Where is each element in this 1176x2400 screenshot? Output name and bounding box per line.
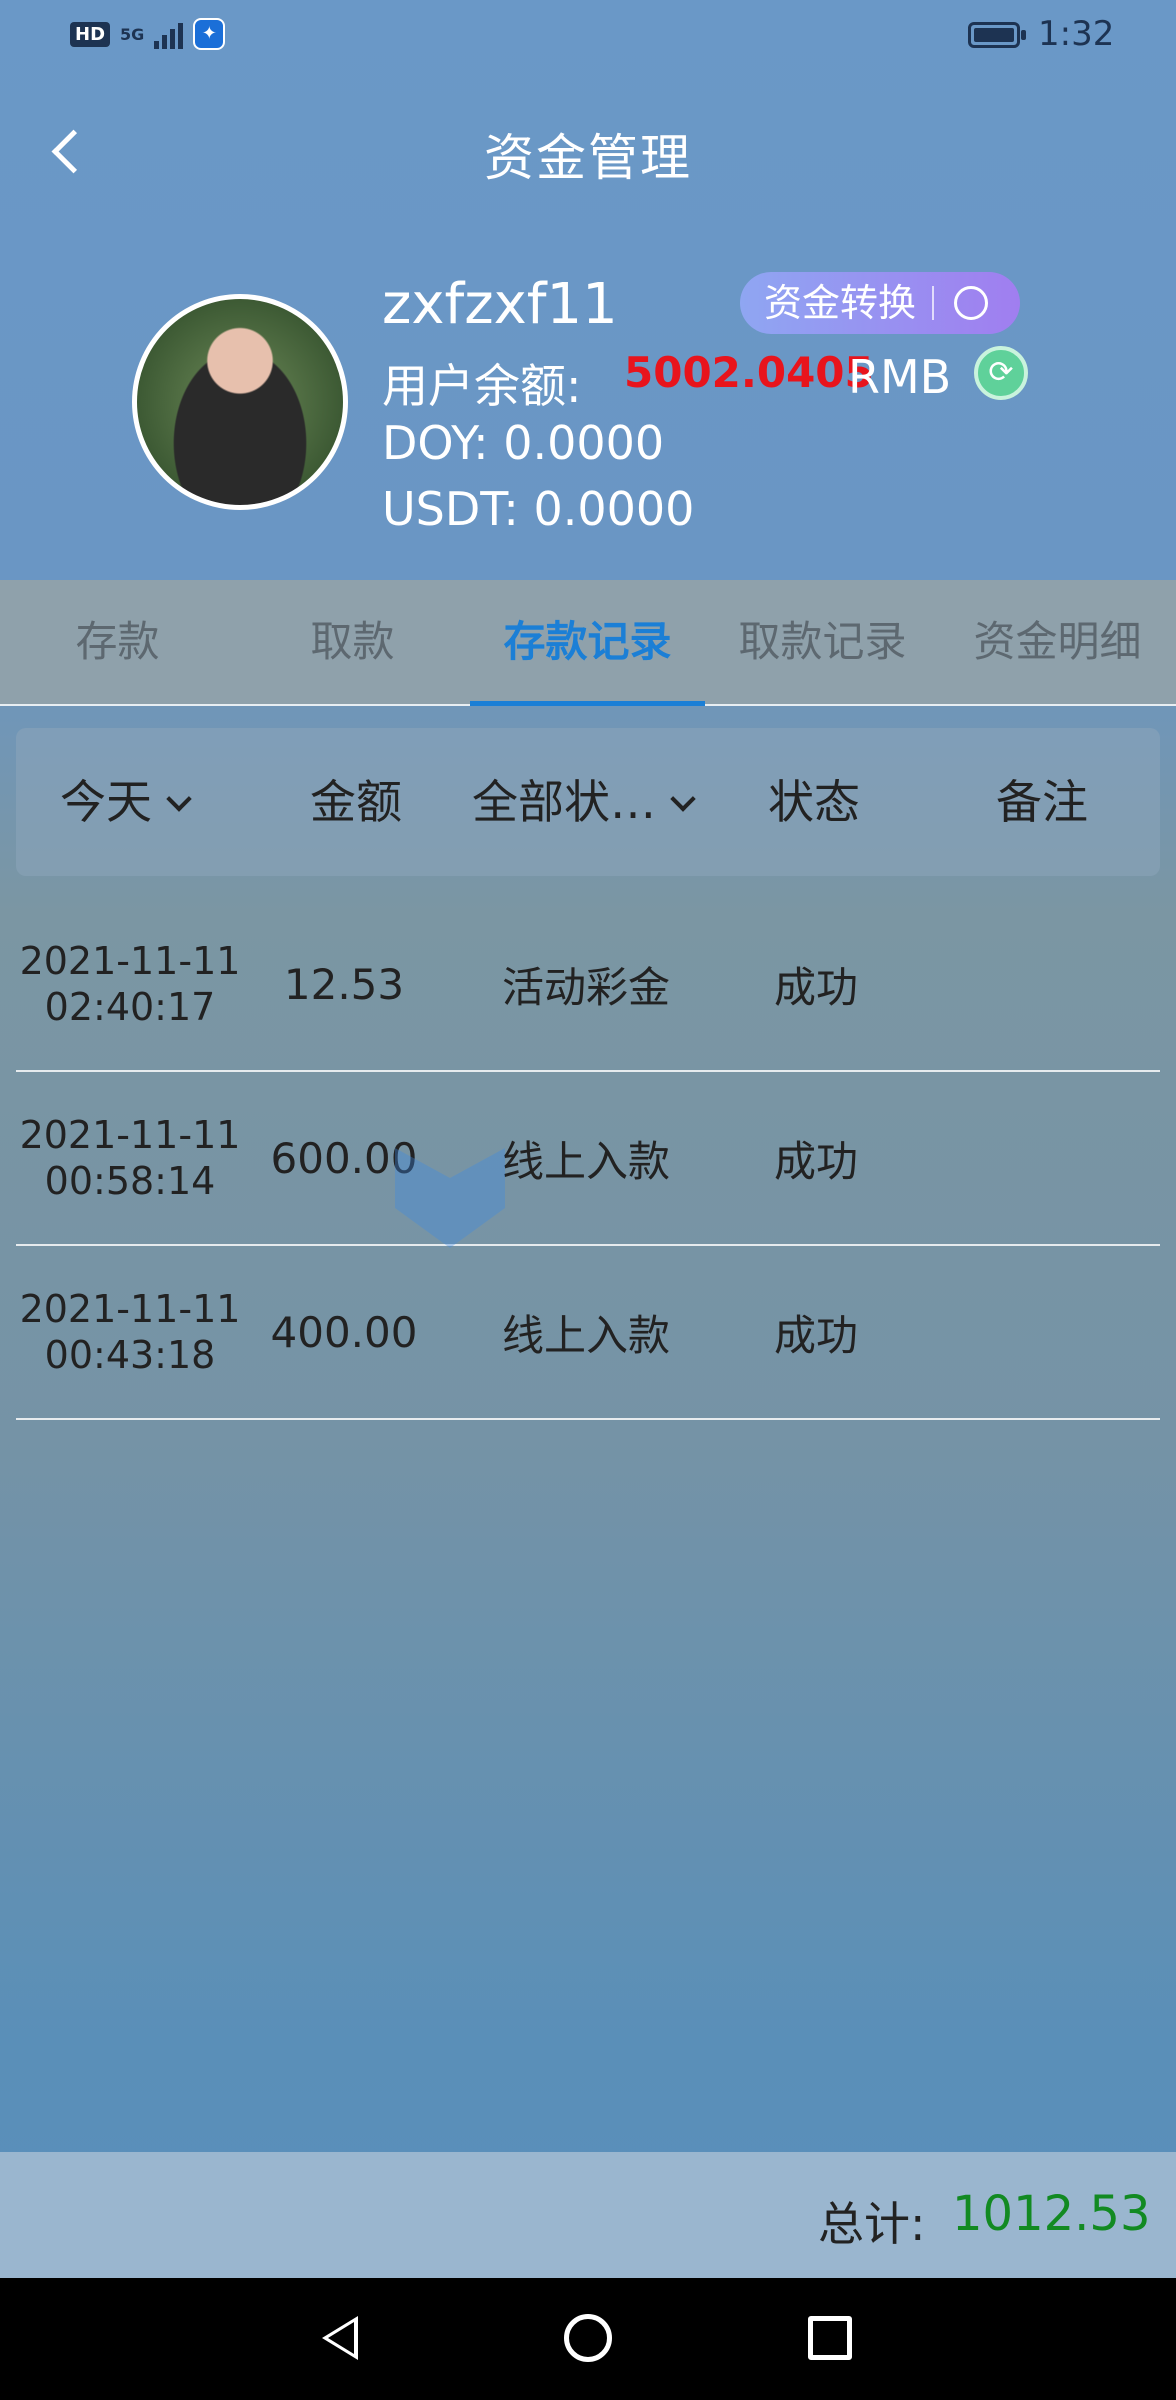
- balance-unit: RMB: [848, 350, 952, 404]
- status-header: 状态: [768, 775, 860, 829]
- tab-bar: 存款 取款 存款记录 取款记录 资金明细: [0, 580, 1176, 706]
- record-datetime: 2021-11-11 00:43:18: [16, 1246, 244, 1418]
- refresh-icon[interactable]: ⟳: [974, 346, 1028, 400]
- date-filter-label: 今天: [60, 775, 152, 829]
- fund-transfer-label: 资金转换: [764, 281, 917, 325]
- record-status: 成功: [773, 962, 858, 1012]
- record-status: 成功: [773, 1310, 858, 1360]
- amount-header: 金额: [310, 775, 402, 829]
- page-title: 资金管理: [484, 129, 692, 187]
- divider: [932, 286, 934, 320]
- record-type: 线上入款: [501, 1310, 670, 1360]
- total-label: 总计:: [818, 2197, 926, 2251]
- tab-deposit[interactable]: 存款: [0, 580, 235, 704]
- chevron-down-icon: [670, 786, 696, 812]
- chevron-down-icon: [166, 786, 192, 812]
- nav-back-icon[interactable]: [322, 2316, 358, 2360]
- fund-transfer-button[interactable]: 资金转换: [740, 272, 1020, 334]
- nav-recents-icon[interactable]: [808, 2316, 852, 2360]
- total-value: 1012.53: [952, 2186, 1151, 2242]
- system-nav-bar: [0, 2278, 1176, 2400]
- total-bar: 总计: 1012.53: [0, 2152, 1176, 2278]
- status-icons: HD 5G ✦: [70, 18, 226, 50]
- tab-deposit-records[interactable]: 存款记录: [470, 580, 705, 706]
- tab-fund-details[interactable]: 资金明细: [940, 580, 1175, 704]
- record-date: 2021-11-11: [19, 939, 241, 983]
- transfer-icon: [954, 286, 988, 320]
- filter-header: 今天 金额 全部状… 状态 备注: [16, 728, 1160, 876]
- type-filter-dropdown[interactable]: 全部状…: [472, 728, 696, 876]
- tab-withdraw[interactable]: 取款: [235, 580, 470, 704]
- hd-badge: HD: [70, 21, 111, 47]
- record-time: 00:43:18: [44, 1333, 216, 1377]
- signal-icon: [154, 19, 184, 49]
- balance-value: 5002.0405: [624, 348, 874, 397]
- record-amount: 400.00: [270, 1307, 418, 1357]
- nav-home-icon[interactable]: [564, 2314, 612, 2362]
- record-date: 2021-11-11: [19, 1113, 241, 1157]
- network-label: 5G: [120, 24, 145, 44]
- type-filter-label: 全部状…: [472, 775, 656, 829]
- lightbulb-icon: ✦: [193, 18, 226, 50]
- record-amount: 12.53: [283, 959, 405, 1009]
- table-row: 2021-11-11 02:40:17 12.53 活动彩金 成功: [16, 898, 1160, 1072]
- record-remark: [916, 1072, 1160, 1244]
- date-filter-dropdown[interactable]: 今天: [60, 728, 192, 876]
- record-date: 2021-11-11: [19, 1287, 241, 1331]
- record-remark: [916, 898, 1160, 1070]
- clock: 1:32: [1038, 14, 1115, 54]
- record-time: 02:40:17: [44, 985, 216, 1029]
- balance-label: 用户余额:: [382, 359, 582, 413]
- record-type: 活动彩金: [501, 962, 670, 1012]
- table-row: 2021-11-11 00:43:18 400.00 线上入款 成功: [16, 1246, 1160, 1420]
- username: zxfzxf11: [382, 272, 618, 337]
- tab-withdraw-records[interactable]: 取款记录: [705, 580, 940, 704]
- battery-icon: [968, 22, 1026, 48]
- avatar: [132, 294, 348, 510]
- record-time: 00:58:14: [44, 1159, 216, 1203]
- remark-header: 备注: [996, 775, 1088, 829]
- status-bar: HD 5G ✦ 1:32: [0, 0, 1176, 72]
- record-datetime: 2021-11-11 00:58:14: [16, 1072, 244, 1244]
- watermark-logo: [395, 1130, 755, 1270]
- record-remark: [916, 1246, 1160, 1418]
- record-datetime: 2021-11-11 02:40:17: [16, 898, 244, 1070]
- doy-balance: DOY: 0.0000: [382, 416, 665, 470]
- usdt-balance: USDT: 0.0000: [382, 482, 695, 536]
